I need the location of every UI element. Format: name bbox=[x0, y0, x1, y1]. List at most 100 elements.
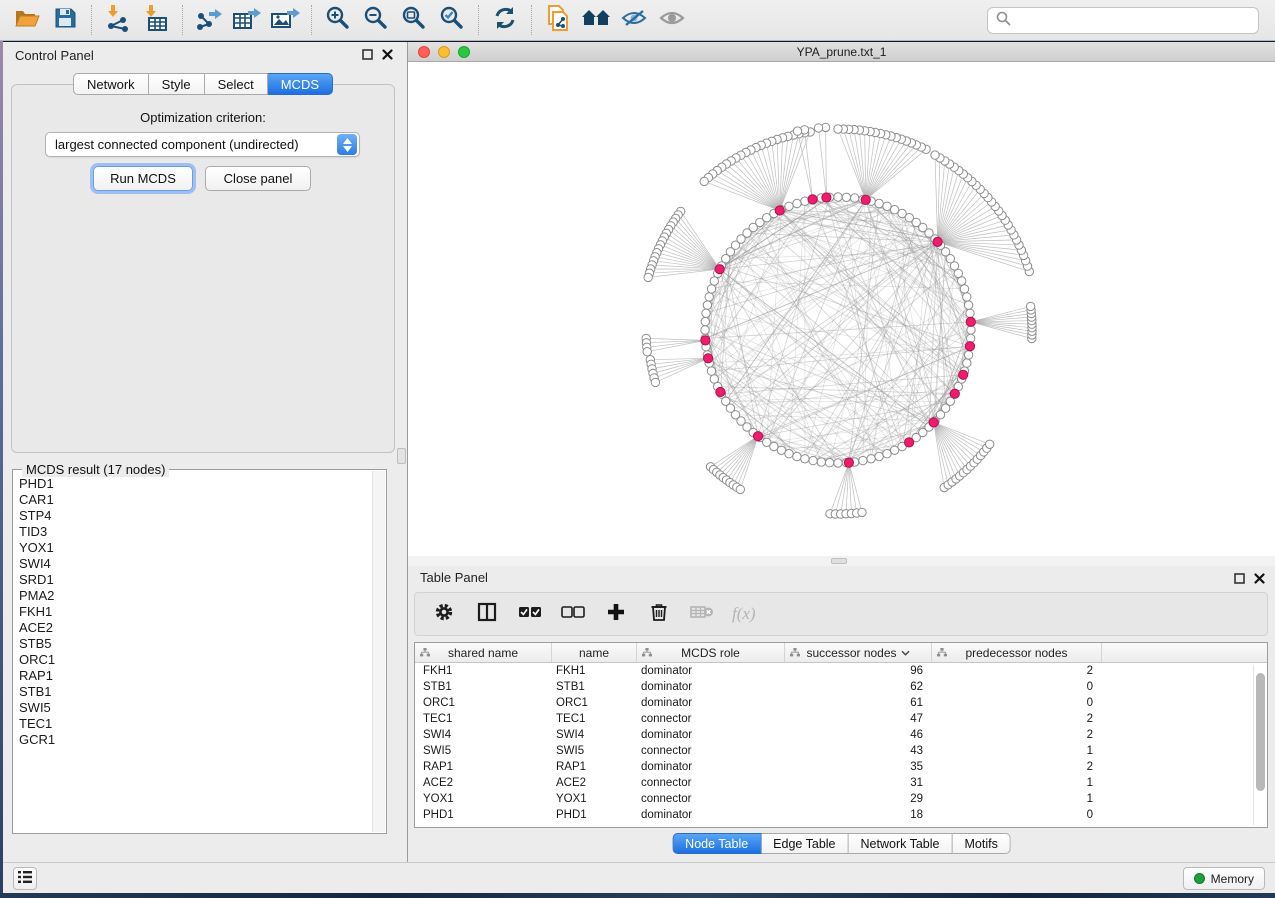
hide-selected-button[interactable] bbox=[615, 3, 653, 37]
mcds-result-item[interactable]: ACE2 bbox=[19, 620, 370, 636]
mcds-result-item[interactable]: STB5 bbox=[19, 636, 370, 652]
mcds-hub-node[interactable] bbox=[933, 237, 942, 246]
table-row[interactable]: TEC1TEC1connector472 bbox=[415, 711, 1267, 727]
column-header-successor-nodes[interactable]: successor nodes bbox=[785, 643, 932, 662]
deselect-all-button[interactable] bbox=[560, 601, 586, 627]
graph-node[interactable] bbox=[801, 455, 809, 463]
table-row[interactable]: YOX1YOX1connector291 bbox=[415, 791, 1267, 807]
graph-node[interactable] bbox=[710, 277, 718, 285]
graph-node[interactable] bbox=[964, 301, 972, 309]
column-header-shared-name[interactable]: shared name bbox=[415, 643, 552, 662]
zoom-in-button[interactable] bbox=[319, 3, 357, 37]
table-row[interactable]: STB1STB1dominator620 bbox=[415, 679, 1267, 695]
graph-node[interactable] bbox=[817, 458, 825, 466]
graph-leaf-node[interactable] bbox=[644, 273, 652, 281]
close-panel-icon[interactable] bbox=[1254, 571, 1265, 589]
graph-node[interactable] bbox=[834, 459, 842, 467]
graph-node[interactable] bbox=[825, 459, 833, 467]
graph-node[interactable] bbox=[702, 309, 710, 317]
network-window-titlebar[interactable]: YPA_prune.txt_1 bbox=[408, 42, 1275, 62]
graph-node[interactable] bbox=[875, 452, 883, 460]
graph-node[interactable] bbox=[701, 317, 709, 325]
table-row[interactable]: RAP1RAP1dominator352 bbox=[415, 759, 1267, 775]
tab-network-table[interactable]: Network Table bbox=[849, 833, 953, 854]
table-scrollbar[interactable] bbox=[1253, 665, 1266, 825]
mcds-result-item[interactable]: STB1 bbox=[19, 684, 370, 700]
graph-node[interactable] bbox=[963, 359, 971, 367]
mcds-hub-node[interactable] bbox=[861, 195, 870, 204]
float-panel-icon[interactable] bbox=[362, 48, 373, 63]
graph-leaf-node[interactable] bbox=[814, 124, 822, 132]
mcds-result-item[interactable]: YOX1 bbox=[19, 540, 370, 556]
mcds-result-item[interactable]: SWI4 bbox=[19, 556, 370, 572]
mcds-result-item[interactable]: CAR1 bbox=[19, 492, 370, 508]
column-header-mcds-role[interactable]: MCDS role bbox=[637, 643, 785, 662]
refresh-button[interactable] bbox=[486, 3, 524, 37]
open-file-button[interactable] bbox=[8, 3, 46, 37]
mcds-result-item[interactable]: RAP1 bbox=[19, 668, 370, 684]
table-row[interactable]: ORC1ORC1dominator610 bbox=[415, 695, 1267, 711]
mcds-hub-node[interactable] bbox=[905, 438, 914, 447]
graph-leaf-node[interactable] bbox=[858, 508, 866, 516]
graph-leaf-node[interactable] bbox=[651, 378, 659, 386]
mcds-hub-node[interactable] bbox=[808, 195, 817, 204]
delete-column-button[interactable] bbox=[646, 601, 672, 627]
graph-node[interactable] bbox=[785, 450, 793, 458]
mcds-result-item[interactable]: TID3 bbox=[19, 524, 370, 540]
graph-leaf-node[interactable] bbox=[736, 485, 744, 493]
export-image-button[interactable] bbox=[266, 3, 304, 37]
mcds-result-item[interactable]: PMA2 bbox=[19, 588, 370, 604]
import-network-button[interactable] bbox=[99, 3, 137, 37]
graph-node[interactable] bbox=[963, 293, 971, 301]
mcds-hub-node[interactable] bbox=[775, 206, 784, 215]
tab-edge-table[interactable]: Edge Table bbox=[761, 833, 848, 854]
graph-node[interactable] bbox=[960, 285, 968, 293]
mcds-hub-node[interactable] bbox=[966, 317, 975, 326]
tab-network[interactable]: Network bbox=[73, 73, 149, 95]
graph-node[interactable] bbox=[793, 199, 801, 207]
table-settings-button[interactable] bbox=[431, 601, 457, 627]
save-session-button[interactable] bbox=[46, 3, 84, 37]
criterion-dropdown[interactable]: largest connected component (undirected) bbox=[45, 132, 360, 157]
table-row[interactable]: SWI5SWI5connector431 bbox=[415, 743, 1267, 759]
graph-node[interactable] bbox=[701, 326, 709, 334]
search-box[interactable] bbox=[987, 7, 1259, 34]
column-header-name[interactable]: name bbox=[552, 643, 637, 662]
mcds-result-item[interactable]: STP4 bbox=[19, 508, 370, 524]
export-network-button[interactable] bbox=[190, 3, 228, 37]
memory-button[interactable]: Memory bbox=[1183, 867, 1265, 890]
table-row[interactable]: PHD1PHD1dominator180 bbox=[415, 807, 1267, 823]
mcds-hub-node[interactable] bbox=[950, 389, 959, 398]
show-all-button[interactable] bbox=[653, 3, 691, 37]
export-table-button[interactable] bbox=[228, 3, 266, 37]
tab-mcds[interactable]: MCDS bbox=[268, 73, 333, 95]
splitter-handle[interactable] bbox=[831, 558, 847, 564]
graph-node[interactable] bbox=[707, 285, 715, 293]
graph-leaf-node[interactable] bbox=[986, 440, 994, 448]
mcds-hub-node[interactable] bbox=[844, 458, 853, 467]
copy-network-button[interactable] bbox=[539, 3, 577, 37]
graph-node[interactable] bbox=[859, 456, 867, 464]
table-row[interactable]: ACE2ACE2connector311 bbox=[415, 775, 1267, 791]
mcds-result-item[interactable]: SWI5 bbox=[19, 700, 370, 716]
graph-leaf-node[interactable] bbox=[1026, 302, 1034, 310]
graph-leaf-node[interactable] bbox=[700, 177, 708, 185]
graph-node[interactable] bbox=[707, 367, 715, 375]
add-column-button[interactable] bbox=[603, 601, 629, 627]
graph-leaf-node[interactable] bbox=[931, 151, 939, 159]
mcds-hub-node[interactable] bbox=[965, 342, 974, 351]
graph-node[interactable] bbox=[793, 452, 801, 460]
tab-motifs[interactable]: Motifs bbox=[952, 833, 1010, 854]
splitter-handle[interactable] bbox=[397, 448, 406, 464]
tab-style[interactable]: Style bbox=[149, 73, 205, 95]
mcds-hub-node[interactable] bbox=[959, 370, 968, 379]
import-table-button[interactable] bbox=[137, 3, 175, 37]
mcds-result-item[interactable]: PHD1 bbox=[19, 476, 370, 492]
column-header-predecessor-nodes[interactable]: predecessor nodes bbox=[932, 643, 1102, 662]
scrollbar-thumb[interactable] bbox=[1256, 673, 1265, 791]
close-panel-icon[interactable] bbox=[382, 48, 393, 63]
table-row[interactable]: SWI4SWI4dominator462 bbox=[415, 727, 1267, 743]
mcds-result-item[interactable]: FKH1 bbox=[19, 604, 370, 620]
first-neighbors-button[interactable] bbox=[577, 3, 615, 37]
graph-node[interactable] bbox=[834, 193, 842, 201]
